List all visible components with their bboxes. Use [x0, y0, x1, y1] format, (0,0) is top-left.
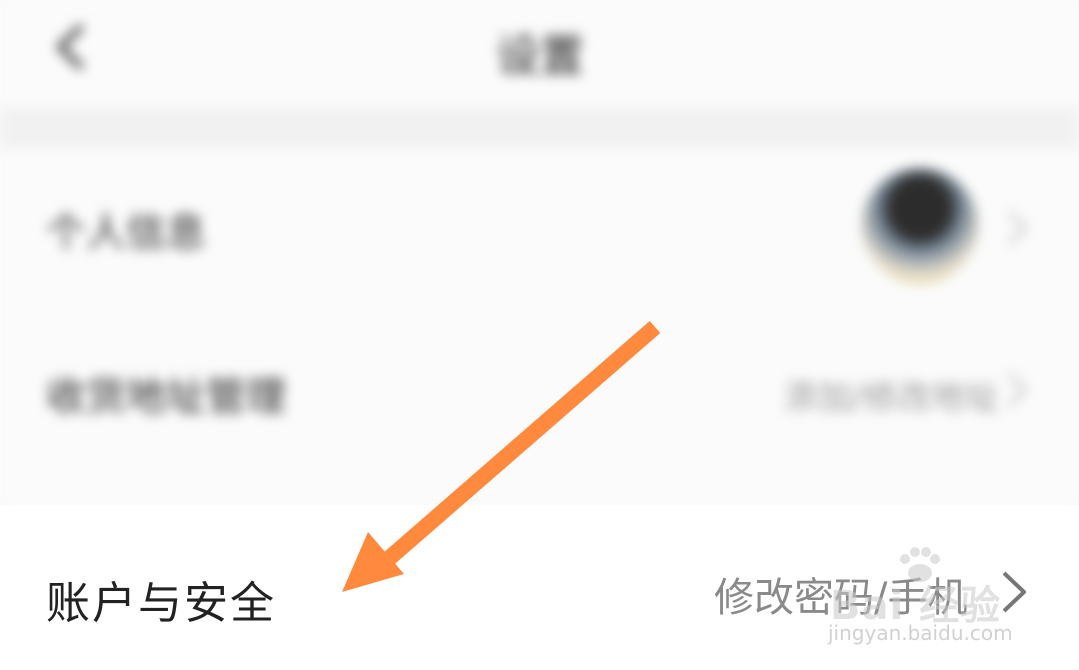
chevron-right-icon [1002, 571, 1026, 613]
avatar [862, 168, 978, 284]
address-label: 收货地址管理 [46, 374, 286, 420]
section-divider [0, 108, 1079, 148]
chevron-right-icon [1007, 210, 1028, 246]
chevron-left-icon[interactable] [48, 22, 92, 72]
account-security-value: 修改密码/手机 [714, 575, 968, 621]
blurred-area: 设置 个人信息 收货地址管理 添加/修改地址 [0, 0, 1079, 505]
profile-label: 个人信息 [46, 210, 206, 256]
top-nav-bar: 设置 [0, 0, 1079, 100]
account-security-label: 账户与安全 [46, 578, 276, 629]
account-security-row[interactable]: 账户与安全 修改密码/手机 [0, 505, 1079, 670]
page-title: 设置 [496, 31, 584, 82]
profile-row[interactable]: 个人信息 [0, 150, 1079, 305]
chevron-right-icon [1007, 372, 1028, 408]
settings-screen: 设置 个人信息 收货地址管理 添加/修改地址 账户与安全 修改密码/手机 Bai… [0, 0, 1079, 670]
address-row[interactable]: 收货地址管理 添加/修改地址 [0, 312, 1079, 462]
address-value: 添加/修改地址 [783, 378, 999, 418]
